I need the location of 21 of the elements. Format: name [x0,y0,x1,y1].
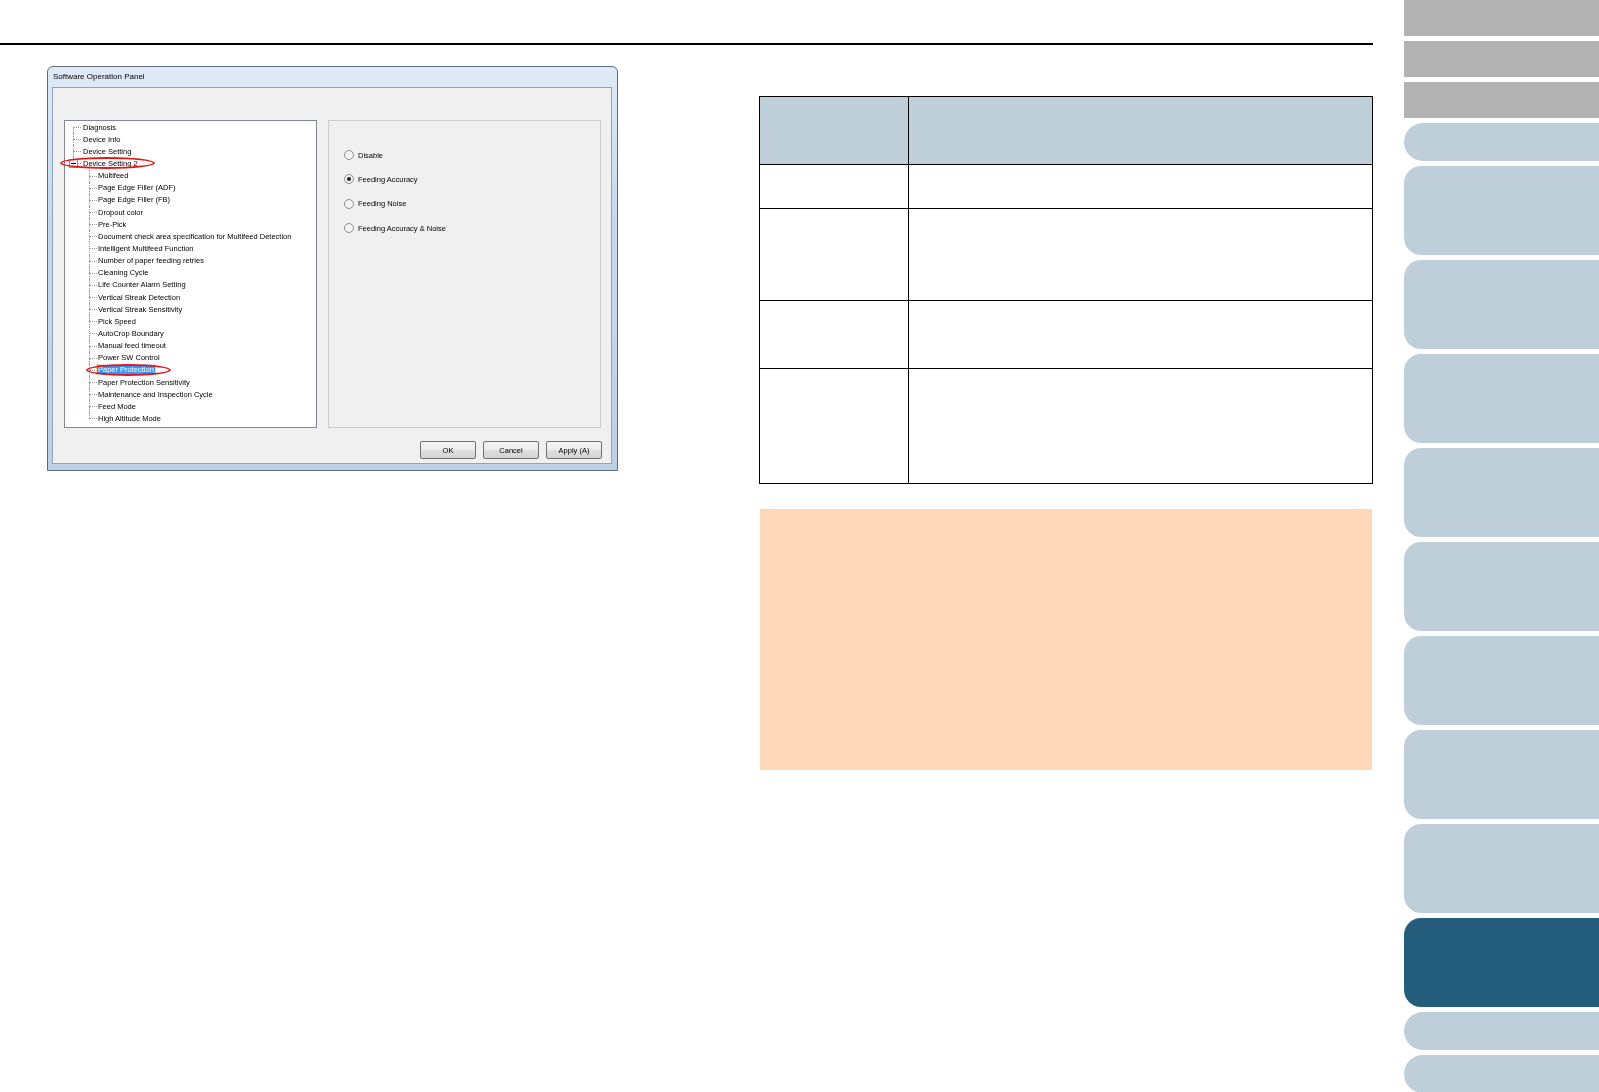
nav-tab[interactable] [1404,918,1599,1007]
nav-tab[interactable] [1404,354,1599,443]
collapse-icon[interactable] [69,158,78,168]
nav-tab[interactable] [1404,123,1599,161]
radio-icon[interactable] [344,223,354,234]
nav-tab[interactable] [1404,730,1599,819]
nav-tab[interactable] [1404,0,1599,36]
nav-tab[interactable] [1404,542,1599,631]
nav-tab[interactable] [1404,824,1599,913]
nav-tab[interactable] [1404,41,1599,77]
nav-tab[interactable] [1404,448,1599,537]
nav-tab[interactable] [1404,636,1599,725]
radio-icon[interactable] [344,198,354,209]
nav-tab[interactable] [1404,260,1599,349]
nav-tab[interactable] [1404,1055,1599,1092]
nav-tab[interactable] [1404,1012,1599,1050]
nav-tab[interactable] [1404,82,1599,118]
radio-icon[interactable] [344,174,354,185]
window-title: Software Operation Panel [53,72,145,82]
radio-icon[interactable] [344,150,354,160]
nav-tab[interactable] [1404,166,1599,255]
